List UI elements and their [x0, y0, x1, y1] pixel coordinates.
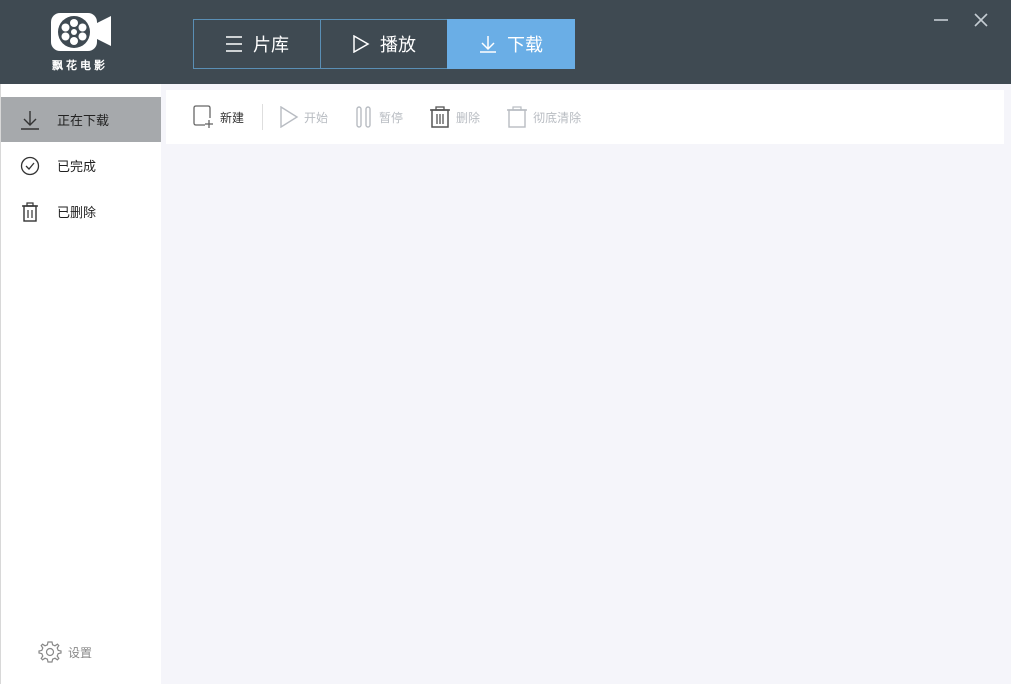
purge-trash-icon — [507, 106, 528, 128]
new-button[interactable]: 新建 — [193, 105, 244, 129]
tab-label: 播放 — [380, 35, 416, 56]
toolbar-divider — [262, 104, 264, 130]
close-button[interactable] — [971, 10, 991, 30]
tab-play[interactable]: 播放 — [320, 19, 448, 69]
download-icon — [480, 36, 496, 53]
settings-button[interactable]: 设置 — [38, 640, 92, 664]
download-list-area — [166, 144, 1004, 678]
close-icon — [974, 13, 988, 27]
download-icon — [21, 110, 39, 130]
start-button[interactable]: 开始 — [279, 106, 328, 128]
main-content: 新建 开始 暂停 删除 彻底清除 — [161, 84, 1011, 684]
delete-button[interactable]: 删除 — [429, 106, 480, 128]
sidebar: 正在下载 已完成 已删除 设置 — [0, 84, 161, 684]
tab-download[interactable]: 下载 — [447, 19, 575, 69]
purge-label: 彻底清除 — [533, 110, 582, 125]
title-bar: 飘花电影 片库 播放 下载 — [0, 0, 1011, 84]
trash-icon — [22, 201, 38, 222]
settings-label: 设置 — [68, 645, 93, 660]
sidebar-item-label: 已删除 — [57, 206, 97, 221]
check-circle-icon — [20, 156, 40, 175]
menu-icon — [226, 36, 242, 52]
pause-icon — [356, 106, 371, 128]
sidebar-item-label: 已完成 — [57, 160, 97, 175]
play-icon — [280, 106, 299, 128]
minimize-icon — [934, 19, 948, 21]
sidebar-item-completed[interactable]: 已完成 — [1, 143, 161, 188]
film-reel-icon — [51, 13, 111, 51]
main-tabs: 片库 播放 下载 — [193, 19, 575, 69]
sidebar-item-label: 正在下载 — [57, 114, 110, 129]
start-label: 开始 — [304, 110, 329, 125]
minimize-button[interactable] — [931, 10, 951, 30]
sidebar-item-downloading[interactable]: 正在下载 — [1, 97, 161, 142]
purge-button[interactable]: 彻底清除 — [506, 106, 581, 128]
download-toolbar: 新建 开始 暂停 删除 彻底清除 — [166, 90, 1004, 144]
sidebar-item-deleted[interactable]: 已删除 — [1, 189, 161, 234]
new-task-icon — [193, 105, 213, 128]
trash-icon — [430, 106, 451, 128]
logo-text: 飘花电影 — [52, 59, 108, 72]
tab-label: 下载 — [507, 35, 543, 56]
new-label: 新建 — [220, 110, 245, 125]
pause-label: 暂停 — [379, 110, 404, 125]
gear-icon — [38, 641, 62, 663]
tab-label: 片库 — [253, 35, 289, 56]
tab-library[interactable]: 片库 — [193, 19, 321, 69]
pause-button[interactable]: 暂停 — [354, 106, 403, 128]
play-icon — [353, 35, 370, 53]
delete-label: 删除 — [456, 110, 481, 125]
app-logo: 飘花电影 — [44, 10, 116, 74]
